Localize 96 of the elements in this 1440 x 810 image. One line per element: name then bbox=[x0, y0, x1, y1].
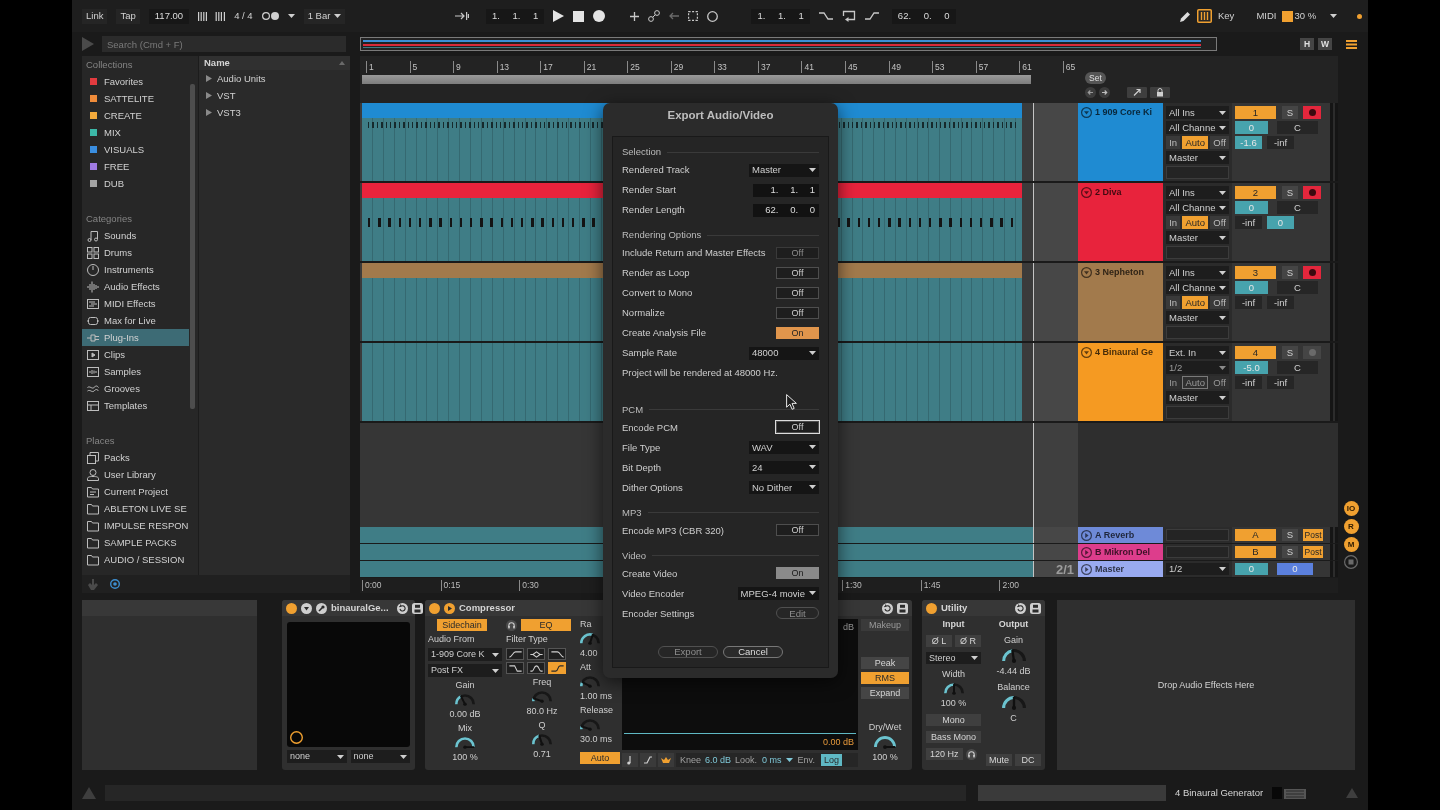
device-title: Utility bbox=[941, 602, 968, 614]
field-label: File Type bbox=[622, 441, 661, 454]
bar-number: 13 bbox=[496, 61, 510, 73]
section-title: Rendering Options bbox=[622, 229, 702, 241]
section-title: Selection bbox=[622, 146, 662, 158]
bar-number: 65 bbox=[1062, 61, 1076, 73]
time-label: 1:45 bbox=[920, 580, 941, 591]
field-label: Convert to Mono bbox=[622, 287, 693, 299]
device-title: binauralGe... bbox=[331, 602, 389, 614]
bar-number: 29 bbox=[670, 61, 684, 73]
bar-number: 53 bbox=[932, 61, 945, 73]
device-title: Compressor bbox=[459, 602, 515, 614]
time-label: 1:30 bbox=[842, 580, 862, 591]
knob-value: 100 % bbox=[872, 752, 898, 763]
section-title: PCM bbox=[622, 403, 644, 416]
knob-label: Width bbox=[942, 669, 965, 680]
knob-label: Balance bbox=[997, 682, 1030, 693]
time-label: 2:00 bbox=[999, 580, 1019, 591]
field-label: Filter Type bbox=[506, 634, 548, 645]
field-label: Create Analysis File bbox=[622, 327, 706, 339]
field-label: Bit Depth bbox=[622, 461, 662, 474]
section-header: Categories bbox=[86, 212, 132, 225]
bar-number: 49 bbox=[888, 61, 902, 73]
track-name: Master bbox=[1095, 563, 1124, 575]
param-label: Look. bbox=[735, 754, 758, 766]
bar-number: 25 bbox=[627, 61, 640, 73]
column-label: Input bbox=[942, 619, 965, 630]
param-label: Env. bbox=[797, 754, 815, 766]
knob-value: 100 % bbox=[452, 752, 478, 763]
bar-number: 33 bbox=[714, 61, 727, 73]
marker-label: 2/1 bbox=[1055, 562, 1074, 576]
track-name: 4 Binaural Ge bbox=[1095, 347, 1154, 358]
field-label: Audio From bbox=[428, 634, 475, 645]
knob-label: Ra bbox=[580, 619, 592, 630]
column-label: Output bbox=[998, 619, 1029, 630]
knob-value: 0.71 bbox=[533, 749, 551, 760]
knob-value: C bbox=[1010, 713, 1017, 724]
knob-value: -4.44 dB bbox=[996, 666, 1031, 677]
section-title: Video bbox=[622, 549, 647, 562]
knob-label: Freq bbox=[532, 677, 552, 688]
field-label: Create Video bbox=[622, 567, 678, 580]
field-label: Encoder Settings bbox=[622, 607, 695, 620]
time-label: 0:30 bbox=[519, 580, 539, 591]
field-label: Encode MP3 (CBR 320) bbox=[622, 524, 724, 537]
knob-value: 0.00 dB bbox=[449, 709, 481, 720]
field-label: Include Return and Master Effects bbox=[622, 247, 766, 259]
knob-label: Gain bbox=[455, 680, 475, 691]
param-label: Knee bbox=[680, 754, 702, 766]
knob-value: 4.00 bbox=[580, 648, 598, 659]
time-label: 0:15 bbox=[440, 580, 461, 591]
track-name: A Reverb bbox=[1095, 529, 1135, 541]
knob-value: 1.00 ms bbox=[580, 691, 612, 702]
knob-value: 80.0 Hz bbox=[526, 706, 558, 717]
field-label: Encode PCM bbox=[622, 421, 678, 434]
bar-number: 41 bbox=[801, 61, 814, 73]
knob-label: Dry/Wet bbox=[868, 722, 902, 733]
drop-zone-text: Drop Audio Effects Here bbox=[1157, 679, 1255, 691]
bar-number: 61 bbox=[1019, 61, 1032, 73]
field-label: Normalize bbox=[622, 307, 665, 319]
track-name: 2 Diva bbox=[1095, 187, 1122, 198]
section-header: Collections bbox=[86, 58, 133, 71]
dialog-title: Export Audio/Video bbox=[667, 109, 774, 122]
knob-label: Q bbox=[538, 720, 546, 731]
bar-number: 17 bbox=[540, 61, 553, 73]
bar-number: 57 bbox=[975, 61, 989, 73]
status-text: 4 Binaural Generator bbox=[1175, 787, 1264, 799]
axis-label: dB bbox=[843, 622, 854, 633]
knob-value: 100 % bbox=[940, 698, 967, 709]
section-title: MP3 bbox=[622, 506, 642, 519]
field-label: Video Encoder bbox=[622, 587, 685, 600]
knob-value: 30.0 ms bbox=[580, 734, 612, 745]
knob-label: Gain bbox=[1004, 635, 1023, 646]
section-header: Places bbox=[86, 434, 115, 447]
field-label: Rendered Track bbox=[622, 164, 690, 176]
bar-number: 5 bbox=[409, 61, 418, 73]
field-label: Render Length bbox=[622, 204, 685, 216]
knob-label: Mix bbox=[458, 723, 472, 734]
bar-number: 1 bbox=[366, 61, 374, 73]
time-label: 0:00 bbox=[362, 580, 382, 591]
graph-value: 0.00 dB bbox=[822, 737, 854, 748]
track-name: 3 Nepheton bbox=[1095, 267, 1144, 278]
field-label: Render as Loop bbox=[622, 267, 690, 279]
bar-number: 37 bbox=[757, 61, 771, 73]
bar-number: 45 bbox=[845, 61, 858, 73]
field-label: Sample Rate bbox=[622, 347, 677, 359]
cpu-load-text: 30 % bbox=[1294, 10, 1317, 22]
knob-label: Release bbox=[580, 705, 614, 716]
track-name: B Mikron Del bbox=[1095, 546, 1150, 558]
field-label: Render Start bbox=[622, 184, 676, 196]
info-text: Project will be rendered at 48000 Hz. bbox=[622, 366, 778, 380]
field-label: Dither Options bbox=[622, 481, 683, 494]
knob-label: Att bbox=[580, 662, 591, 673]
track-name: 1 909 Core Ki bbox=[1095, 107, 1153, 118]
bar-number: 21 bbox=[583, 61, 597, 73]
bar-number: 9 bbox=[453, 61, 461, 73]
param-value: 6.0 dB bbox=[705, 754, 732, 766]
